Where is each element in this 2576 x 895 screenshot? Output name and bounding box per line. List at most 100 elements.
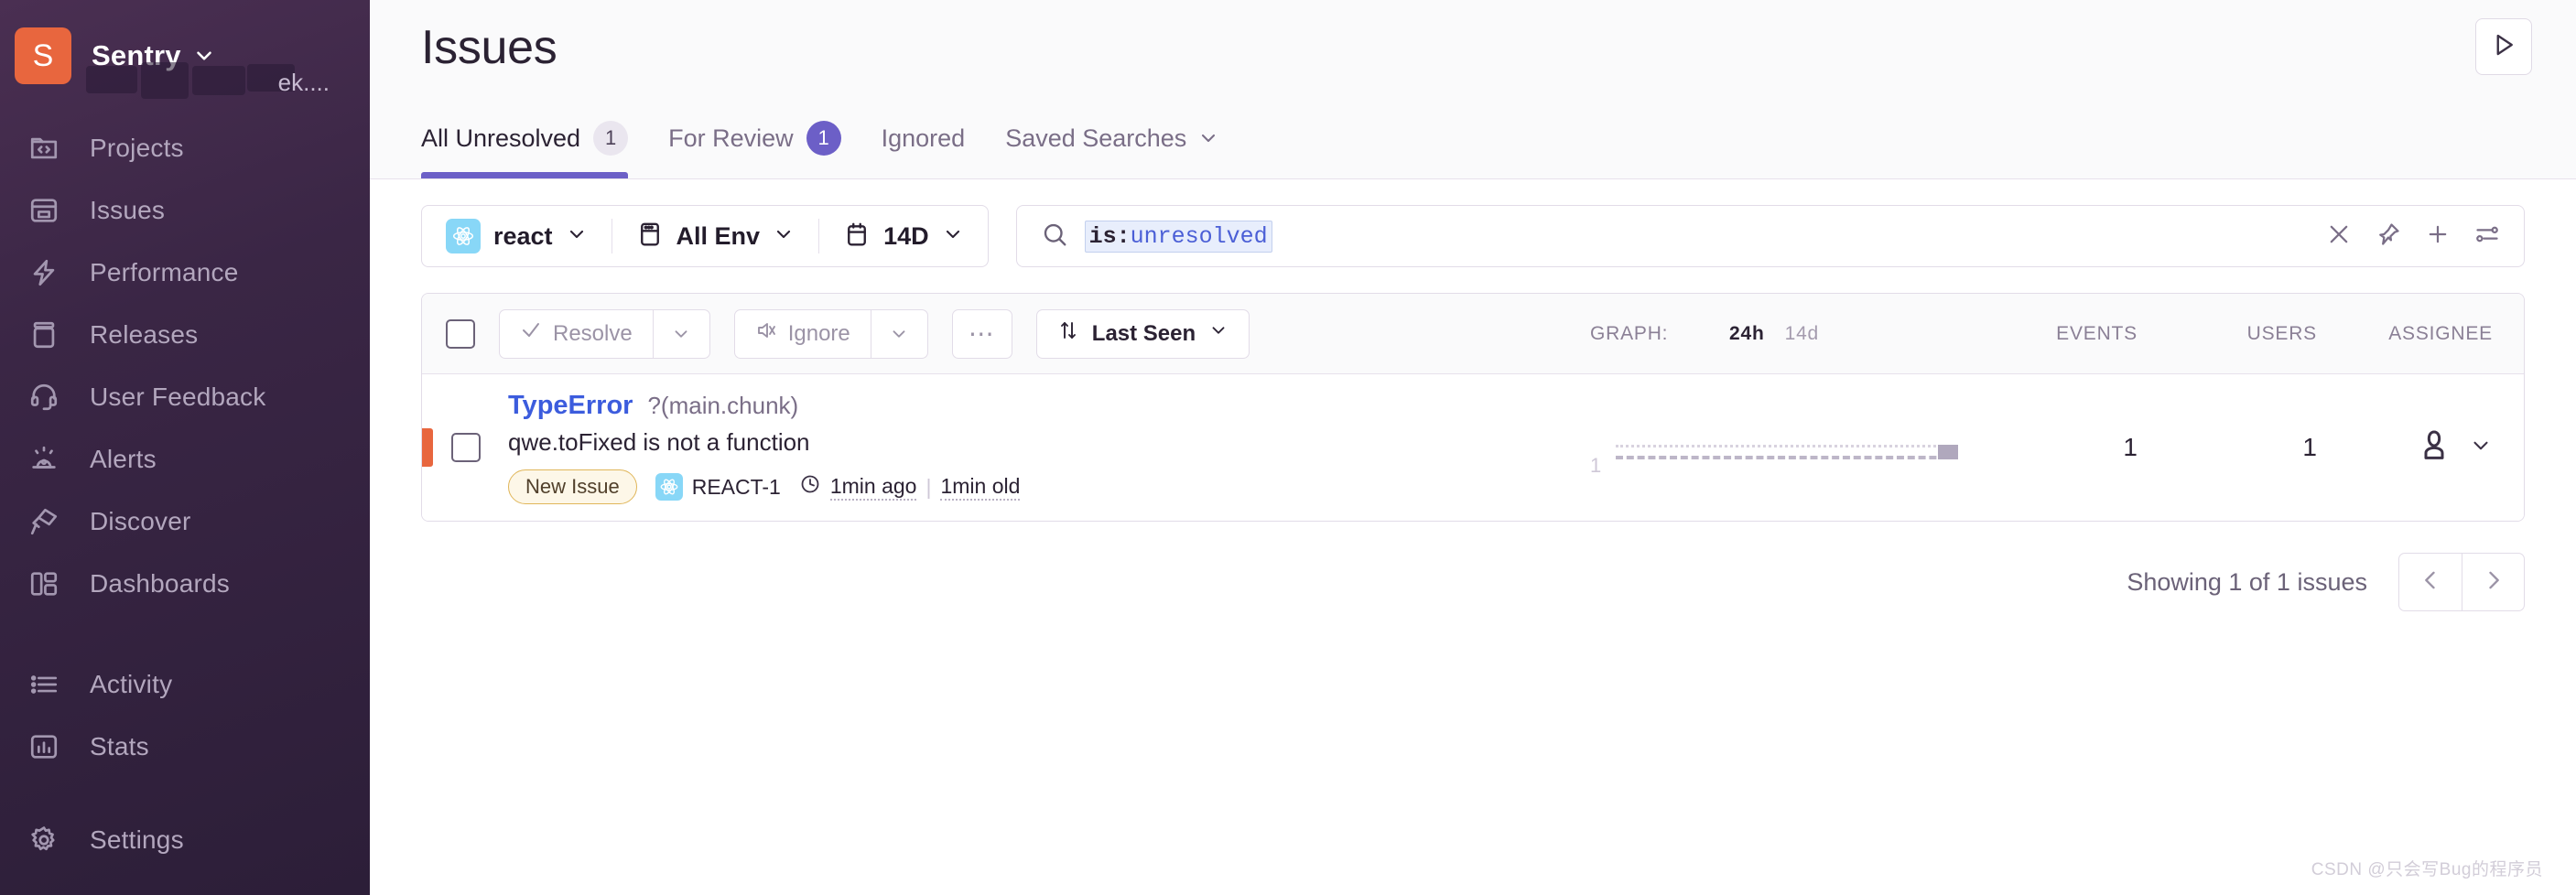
datetime-label: 14D (883, 221, 929, 250)
graph-period-24h[interactable]: 24h (1729, 323, 1765, 345)
tab-for-review[interactable]: For Review 1 (668, 111, 841, 178)
tab-saved-searches[interactable]: Saved Searches (1005, 111, 1219, 178)
filter-bar: react All Env 14D is:unresolved (370, 179, 2576, 267)
short-id-label: REACT-1 (691, 474, 781, 499)
watermark: CSDN @只会写Bug的程序员 (2311, 860, 2543, 879)
previous-page-button[interactable] (2399, 554, 2462, 610)
chevron-down-icon (1197, 127, 1219, 149)
pin-icon[interactable] (2376, 221, 2401, 252)
sidebar-item-releases[interactable]: Releases (0, 304, 370, 366)
issue-events-count[interactable]: 1 (1958, 433, 2138, 462)
issues-panel: Resolve Ignore ⋯ Last Seen GRAPH: 24h 14… (421, 293, 2525, 522)
sidebar-item-label: Dashboards (90, 569, 230, 598)
chevron-down-icon (1208, 320, 1228, 347)
issue-title-link[interactable]: TypeError (508, 391, 633, 421)
sidebar-item-label: Projects (90, 134, 184, 162)
ellipsis-icon: ⋯ (968, 319, 996, 348)
sort-icon (1057, 319, 1079, 348)
environment-selector[interactable]: All Env (612, 206, 819, 266)
sidebar-item-label: Releases (90, 320, 199, 349)
sidebar-item-issues[interactable]: Issues (0, 179, 370, 242)
issue-first-seen: 1min old (940, 474, 1021, 501)
sidebar-item-projects[interactable]: Projects (0, 117, 370, 179)
search-query-value: unresolved (1130, 222, 1268, 250)
issue-short-id[interactable]: REACT-1 (655, 473, 781, 501)
select-all-checkbox[interactable] (446, 318, 475, 349)
sidebar-item-label: Alerts (90, 445, 157, 473)
page-header: Issues All Unresolved 1 For Review 1 Ign… (370, 0, 2576, 179)
sidebar-item-dashboards[interactable]: Dashboards (0, 553, 370, 615)
sort-button[interactable]: Last Seen (1035, 308, 1250, 359)
issue-last-seen: 1min ago (829, 474, 917, 501)
alerts-icon (20, 436, 68, 483)
tab-all-unresolved[interactable]: All Unresolved 1 (421, 111, 629, 178)
sidebar-item-activity[interactable]: Activity (0, 653, 370, 716)
column-users: USERS (2246, 322, 2317, 344)
resolve-dropdown-button[interactable] (652, 309, 709, 358)
discover-icon (20, 498, 68, 545)
tab-label: Ignored (881, 124, 966, 152)
issue-level-indicator (422, 428, 433, 467)
resolve-button-group: Resolve (499, 308, 710, 359)
issues-toolbar: Resolve Ignore ⋯ Last Seen GRAPH: 24h 14… (422, 294, 2524, 374)
close-icon[interactable] (2326, 221, 2352, 252)
table-row[interactable]: TypeError ?(main.chunk) qwe.toFixed is n… (422, 374, 2524, 521)
project-label: react (493, 221, 553, 250)
graph-period-14d[interactable]: 14d (1785, 323, 1819, 345)
chart-gridline-dotted (1616, 445, 1958, 448)
sidebar-item-discover[interactable]: Discover (0, 491, 370, 553)
sidebar-item-alerts[interactable]: Alerts (0, 428, 370, 491)
graph-period-toggle: 24h 14d (1729, 323, 1958, 345)
sidebar-item-performance[interactable]: Performance (0, 242, 370, 304)
calendar-icon (843, 221, 871, 253)
stats-icon (20, 723, 68, 771)
search-bar[interactable]: is:unresolved (1015, 205, 2525, 267)
play-icon (2490, 31, 2517, 63)
window-icon (636, 221, 664, 253)
main-content: Issues All Unresolved 1 For Review 1 Ign… (370, 0, 2576, 895)
plus-icon[interactable] (2425, 221, 2451, 252)
play-button[interactable] (2475, 18, 2532, 75)
status-badge: New Issue (508, 469, 637, 504)
tab-badge: 1 (806, 121, 841, 156)
sidebar-item-label: User Feedback (90, 383, 266, 411)
projects-icon (20, 124, 68, 172)
assignee-selector[interactable] (2317, 427, 2500, 469)
issue-culprit: ?(main.chunk) (647, 392, 799, 419)
tab-label: For Review (668, 124, 794, 152)
column-headers: GRAPH: 24h 14d EVENTS USERS ASSIGNEE (1590, 323, 2500, 345)
search-input[interactable]: is:unresolved (1084, 220, 1272, 253)
issue-message: qwe.toFixed is not a function (508, 428, 810, 456)
sidebar-item-user-feedback[interactable]: User Feedback (0, 366, 370, 428)
page-filter-group: react All Env 14D (421, 205, 989, 267)
issue-checkbox[interactable] (451, 433, 481, 462)
chart-y-axis-label: 1 (1590, 454, 1602, 477)
sidebar-item-label: Discover (90, 507, 191, 535)
issue-times: 1min ago | 1min old (799, 473, 1021, 501)
issue-tabs: All Unresolved 1 For Review 1 Ignored Sa… (421, 111, 1260, 178)
page-title: Issues (421, 21, 557, 74)
sidebar-item-stats[interactable]: Stats (0, 716, 370, 778)
ignore-label: Ignore (787, 320, 850, 346)
resolve-button[interactable]: Resolve (500, 310, 653, 358)
next-page-button[interactable] (2462, 554, 2524, 610)
issue-sparkline-chart: 1 (1590, 415, 1958, 480)
issue-meta: New Issue REACT-1 1min ago | 1min old (508, 469, 1021, 504)
chevron-down-icon (942, 223, 964, 250)
ignore-button[interactable]: Ignore (735, 310, 871, 358)
project-selector[interactable]: react (422, 206, 612, 266)
issue-users-count[interactable]: 1 (2138, 433, 2317, 462)
sidebar-nav: Projects Issues Performance Releases Use… (0, 117, 370, 871)
search-icon (1041, 221, 1068, 253)
clock-icon (799, 473, 821, 501)
tab-label: Saved Searches (1005, 124, 1187, 152)
more-actions-button[interactable]: ⋯ (951, 308, 1012, 359)
org-dropdown[interactable]: S Sentry ek.... (0, 16, 370, 99)
sidebar-item-settings[interactable]: Settings (0, 809, 370, 871)
pagination-controls (2398, 553, 2525, 611)
datetime-selector[interactable]: 14D (819, 206, 988, 266)
sliders-icon[interactable] (2474, 221, 2500, 252)
environment-label: All Env (676, 221, 761, 250)
ignore-dropdown-button[interactable] (870, 309, 927, 358)
tab-ignored[interactable]: Ignored (882, 111, 966, 178)
